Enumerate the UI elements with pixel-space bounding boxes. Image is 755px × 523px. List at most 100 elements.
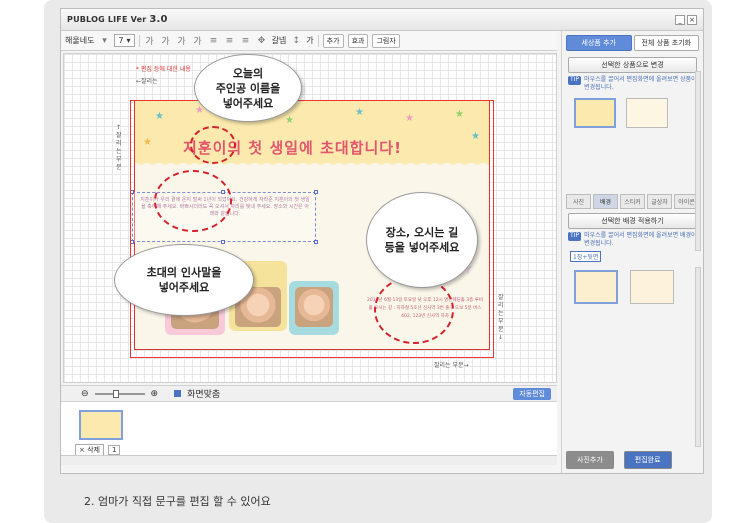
star-icon: ★ bbox=[285, 115, 294, 126]
edit-canvas[interactable]: * 편집 등에 대한 내용 ←잘리는 ↑잘리는부분 잘리는부분↓ 잘리는 부분→… bbox=[63, 53, 557, 383]
zoom-bar: ⊖ ⊕ 화면맞춤 자동편집 bbox=[61, 385, 557, 401]
product-thumbnails bbox=[574, 98, 691, 128]
tip-text: 마우스를 끌어서 편집화면에 올려보면 상품이 변경됩니다. bbox=[584, 76, 697, 91]
apply-background-button[interactable]: 선택한 배경 적용하기 bbox=[568, 213, 697, 229]
background-thumb[interactable] bbox=[630, 270, 674, 304]
transparency-label: 해울네도 bbox=[65, 36, 95, 45]
star-icon: ★ bbox=[455, 109, 464, 120]
fit-screen-label: 화면맞춤 bbox=[187, 390, 221, 400]
scallop-edge bbox=[135, 159, 489, 169]
tip-text: 마우스를 끌어서 편집화면에 올려보면 배경이 변경됩니다. bbox=[584, 232, 697, 247]
product-thumb[interactable] bbox=[574, 98, 616, 128]
star-icon: ★ bbox=[405, 113, 414, 124]
tip-background: TIP 마우스를 끌어서 편집화면에 올려보면 배경이 변경됩니다. bbox=[568, 232, 697, 248]
tip-badge: TIP bbox=[568, 232, 582, 241]
element-tabs: 사진 배경 스티커 글상자 아이콘 bbox=[566, 194, 699, 209]
app-title: PUBLOG LIFE Ver 3.0 bbox=[67, 14, 168, 25]
tip-badge: TIP bbox=[568, 76, 582, 85]
star-icon: ★ bbox=[471, 131, 480, 142]
page-type-badge[interactable]: 1장+뒷면 bbox=[570, 251, 602, 262]
version-number: 3.0 bbox=[149, 14, 168, 25]
star-icon: ★ bbox=[155, 111, 164, 122]
panel-actions: 사진추가 편집완료 bbox=[566, 451, 672, 469]
transparency-select[interactable]: 7 ▾ bbox=[114, 34, 135, 47]
vertical-scrollbar[interactable] bbox=[695, 267, 701, 447]
cut-label-left: ↑잘리는부분 bbox=[116, 124, 122, 171]
shadow-button[interactable]: 그림자 bbox=[372, 33, 400, 48]
resize-handle[interactable] bbox=[314, 240, 318, 244]
app-name: PUBLOG LIFE bbox=[67, 15, 128, 24]
slider-thumb[interactable] bbox=[112, 389, 119, 398]
resize-handle[interactable] bbox=[130, 240, 134, 244]
page-thumbnail[interactable] bbox=[79, 410, 123, 440]
horizontal-scrollbar[interactable] bbox=[61, 455, 557, 465]
window-controls: _ × bbox=[675, 15, 697, 25]
add-photo-button[interactable]: 사진추가 bbox=[566, 451, 614, 469]
bold-icon[interactable]: 가 bbox=[144, 34, 156, 47]
caption-text: 2. 엄마가 직접 문구를 편집 할 수 있어요 bbox=[84, 495, 271, 508]
underline-icon[interactable]: 가 bbox=[176, 34, 188, 47]
line-spacing-icon[interactable]: ↕ bbox=[290, 36, 302, 46]
tab-reset-products[interactable]: 전체 상품 초기화 bbox=[633, 35, 699, 51]
product-tabs: 세상품 추가 전체 상품 초기화 bbox=[562, 31, 703, 55]
page-thumbnails: × 삭제 1 bbox=[61, 401, 557, 465]
right-panel: 세상품 추가 전체 상품 초기화 선택한 상품으로 변경 TIP 마우스를 끌어… bbox=[561, 31, 703, 473]
tab-photo[interactable]: 사진 bbox=[566, 194, 591, 209]
highlight-circle bbox=[154, 170, 232, 232]
move-icon[interactable]: ✥ bbox=[256, 36, 268, 46]
cut-label-bottom: 잘리는 부분→ bbox=[434, 362, 469, 369]
italic-icon[interactable]: 가 bbox=[160, 34, 172, 47]
star-icon: ★ bbox=[143, 137, 152, 148]
auto-edit-button[interactable]: 자동편집 bbox=[513, 388, 551, 400]
strike-icon[interactable]: 가 bbox=[192, 34, 204, 47]
top-note: * 편집 등에 대한 내용 bbox=[136, 66, 191, 73]
effect-button[interactable]: 효과 bbox=[347, 33, 369, 48]
tab-background[interactable]: 배경 bbox=[593, 194, 618, 209]
font-size-label[interactable]: 갈넵 bbox=[272, 35, 287, 46]
editor-toolbar: 해울네도 ▾ 7 ▾ 가 가 가 가 ≡ ≡ ≡ ✥ 갈넵 ↕ 가 추가 효과 … bbox=[61, 31, 557, 51]
edit-complete-button[interactable]: 편집완료 bbox=[623, 451, 672, 469]
background-thumbnails bbox=[574, 270, 691, 304]
chevron-down-icon: ▾ bbox=[126, 36, 131, 45]
resize-handle[interactable] bbox=[221, 240, 225, 244]
star-icon: ★ bbox=[355, 107, 364, 118]
highlight-circle bbox=[190, 126, 236, 164]
minimize-button[interactable]: _ bbox=[675, 15, 685, 25]
tip-product: TIP 마우스를 끌어서 편집화면에 올려보면 상품이 변경됩니다. bbox=[568, 76, 697, 92]
fit-screen-checkbox[interactable] bbox=[174, 390, 182, 397]
page-badge-row: 1장+뒷면 bbox=[570, 251, 695, 262]
app-window: PUBLOG LIFE Ver 3.0 _ × 해울네도 ▾ 7 ▾ 가 가 가… bbox=[60, 8, 704, 474]
chevron-down-icon[interactable]: ▾ bbox=[98, 36, 110, 46]
cut-label-top: ←잘리는 bbox=[136, 78, 158, 85]
align-right-icon[interactable]: ≡ bbox=[240, 36, 252, 46]
product-thumb[interactable] bbox=[626, 98, 668, 128]
background-thumb[interactable] bbox=[574, 270, 618, 304]
page-number[interactable]: 1 bbox=[107, 445, 121, 455]
resize-handle[interactable] bbox=[130, 190, 134, 194]
resize-handle[interactable] bbox=[314, 190, 318, 194]
version-prefix: Ver bbox=[130, 15, 147, 24]
zoom-slider[interactable] bbox=[94, 389, 145, 398]
zoom-in-icon[interactable]: ⊕ bbox=[151, 389, 159, 399]
divider bbox=[138, 34, 140, 47]
align-center-icon[interactable]: ≡ bbox=[224, 36, 236, 46]
zoom-out-icon[interactable]: ⊖ bbox=[81, 389, 89, 399]
tab-sticker[interactable]: 스티커 bbox=[620, 194, 645, 209]
baby-photo[interactable] bbox=[295, 287, 333, 327]
divider bbox=[317, 34, 319, 47]
line-label[interactable]: 가 bbox=[306, 35, 313, 46]
callout-bubble-location: 장소, 오시는 길 등을 넣어주세요 bbox=[366, 192, 478, 288]
title-bar: PUBLOG LIFE Ver 3.0 _ × bbox=[61, 9, 703, 31]
add-text-button[interactable]: 추가 bbox=[322, 33, 344, 48]
transparency-value: 7 bbox=[118, 36, 124, 45]
align-left-icon[interactable]: ≡ bbox=[208, 36, 220, 46]
tab-textbox[interactable]: 글상자 bbox=[647, 194, 672, 209]
callout-bubble-greeting: 초대의 인사말을 넣어주세요 bbox=[114, 244, 254, 316]
tab-add-product[interactable]: 세상품 추가 bbox=[566, 35, 632, 51]
change-product-button[interactable]: 선택한 상품으로 변경 bbox=[568, 57, 697, 73]
cut-label-right: 잘리는부분↓ bbox=[498, 294, 504, 341]
callout-bubble-name: 오늘의 주인공 이름을 넣어주세요 bbox=[194, 54, 302, 122]
vertical-scrollbar[interactable] bbox=[695, 71, 701, 251]
close-button[interactable]: × bbox=[687, 15, 697, 25]
